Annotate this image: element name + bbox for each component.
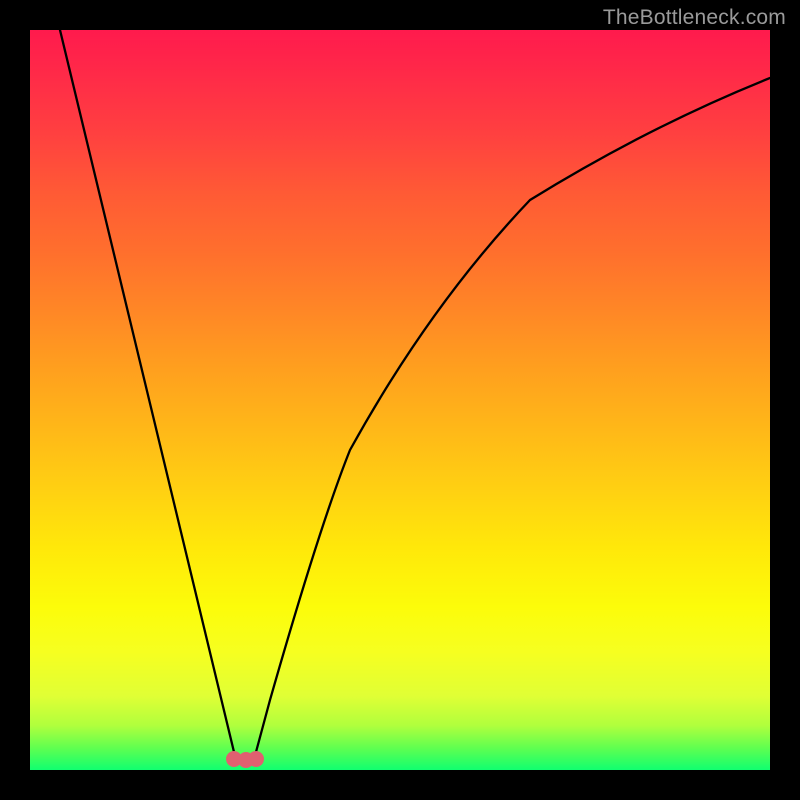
plot-area [30,30,770,770]
curve-svg [30,30,770,770]
curve-left-branch [60,30,234,752]
dip-marker [248,751,264,767]
attribution-text: TheBottleneck.com [603,6,786,30]
curve-right-branch [256,78,770,752]
chart-frame: TheBottleneck.com [0,0,800,800]
